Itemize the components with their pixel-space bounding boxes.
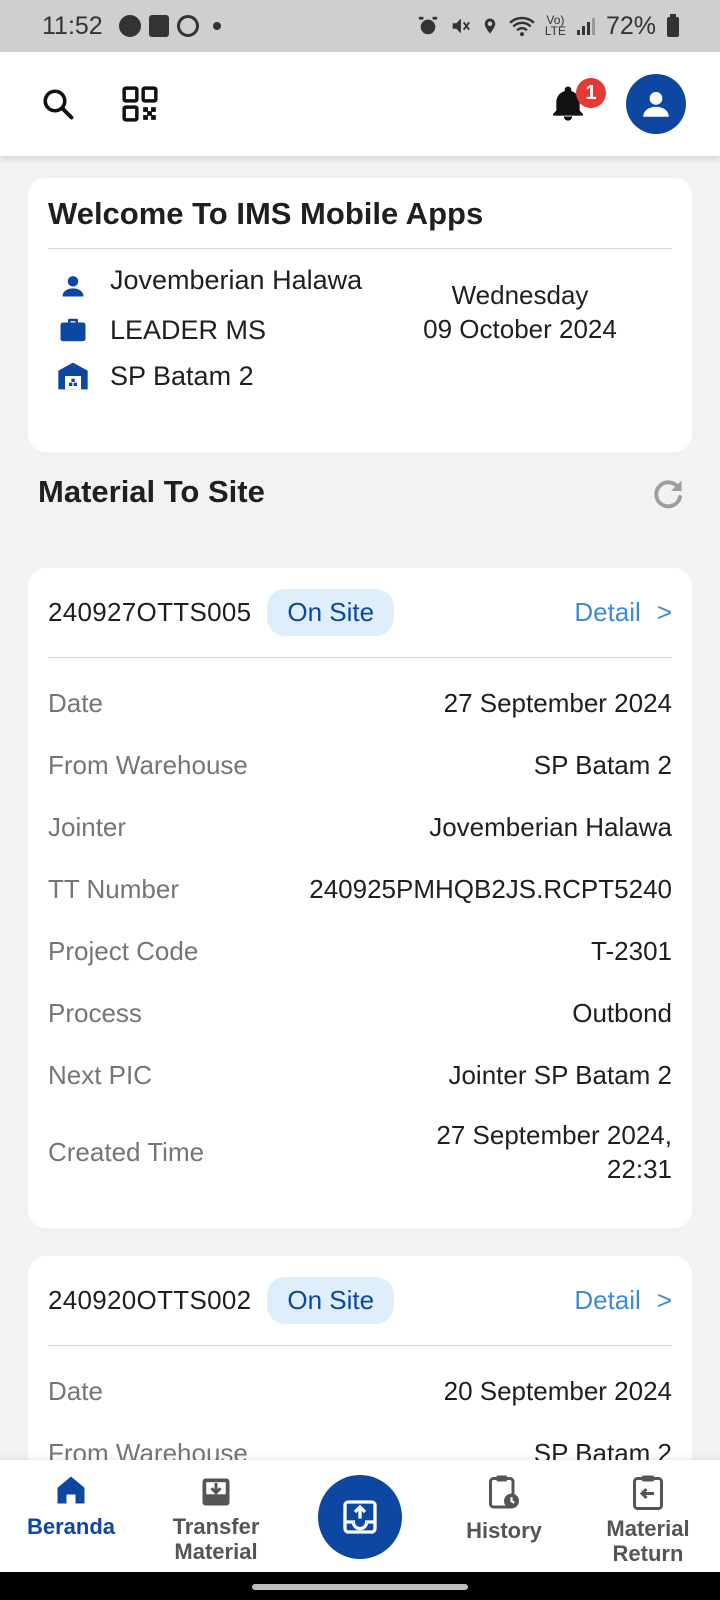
briefcase-icon — [56, 313, 90, 347]
detail-row: Next PIC Jointer SP Batam 2 — [48, 1044, 672, 1106]
nav-material-return[interactable]: Material Return — [578, 1472, 718, 1566]
qr-scan-button[interactable] — [116, 80, 164, 128]
created-date: 27 September 2024, — [436, 1120, 672, 1150]
user-role: LEADER MS — [110, 315, 267, 345]
created-hour: 22:31 — [606, 1154, 672, 1184]
current-day-text: Wednesday — [451, 280, 589, 310]
card-header: 240927OTTS005 On Site Detail > — [48, 568, 672, 658]
nav-history[interactable]: History — [434, 1472, 574, 1543]
row-value: Jovemberian Halawa — [429, 811, 672, 842]
status-bar: 11:52 Vo) LTE 72% — [0, 0, 720, 52]
chevron-right-icon: > — [656, 1285, 672, 1315]
detail-label: Detail — [574, 597, 641, 627]
battery-percent: 72% — [605, 11, 656, 40]
inbox-upload-icon — [343, 1500, 377, 1534]
current-date: Wednesday 09 October 2024 — [368, 263, 672, 401]
refresh-icon[interactable] — [650, 476, 686, 512]
whatsapp-icon — [176, 15, 199, 37]
row-label: Project Code — [48, 935, 199, 966]
clipboard-return-icon — [633, 1475, 663, 1510]
nav-transfer-material[interactable]: Transfer Material — [146, 1474, 286, 1564]
chevron-right-icon: > — [656, 597, 672, 627]
row-value: 27 September 2024 — [443, 687, 672, 718]
shopping-bag-icon — [148, 15, 169, 37]
system-gesture-bar — [0, 1572, 720, 1600]
row-label: Date — [48, 687, 103, 718]
nav-label: History — [466, 1518, 542, 1543]
detail-label: Detail — [574, 1285, 641, 1315]
card-header: 240920OTTS002 On Site Detail > — [48, 1256, 672, 1346]
person-icon — [643, 91, 669, 117]
status-badge: On Site — [267, 589, 395, 636]
nav-label: Beranda — [26, 1514, 116, 1539]
row-value: SP Batam 2 — [533, 749, 672, 780]
nav-label-line1: Material — [606, 1516, 690, 1541]
detail-row: TT Number 240925PMHQB2JS.RCPT5240 — [48, 858, 672, 920]
home-gesture-handle[interactable] — [252, 1584, 468, 1590]
row-value: Outbond — [572, 997, 672, 1028]
notification-count-badge: 1 — [576, 78, 606, 108]
search-button[interactable] — [34, 80, 82, 128]
nav-beranda[interactable]: Beranda — [1, 1472, 141, 1539]
bottom-navigation: Beranda Transfer Material History Materi… — [0, 1460, 720, 1572]
detail-row: From Warehouse SP Batam 2 — [48, 734, 672, 796]
inbox-download-icon — [202, 1478, 230, 1506]
row-label: Process — [48, 997, 142, 1028]
home-icon — [57, 1476, 85, 1504]
wifi-icon — [509, 16, 535, 37]
welcome-title: Welcome To IMS Mobile Apps — [48, 196, 672, 249]
qr-code-icon — [122, 86, 158, 122]
signal-icon — [576, 18, 595, 35]
battery-icon — [667, 14, 679, 37]
row-label: Date — [48, 1375, 103, 1406]
location-icon — [484, 18, 496, 34]
detail-row: Project Code T-2301 — [48, 920, 672, 982]
row-label: Jointer — [48, 811, 127, 842]
transfer-id: 240927OTTS005 — [48, 597, 252, 627]
notifications-button[interactable]: 1 — [544, 78, 606, 128]
line-app-icon — [118, 15, 141, 37]
warehouse-icon — [56, 359, 90, 393]
nav-label-line2: Material — [174, 1539, 258, 1564]
row-value: 20 September 2024 — [443, 1375, 672, 1406]
detail-row: Process Outbond — [48, 982, 672, 1044]
current-date-text: 09 October 2024 — [423, 314, 617, 344]
volte-icon: Vo) LTE — [544, 13, 566, 38]
status-time: 11:52 — [42, 11, 103, 40]
status-badge: On Site — [267, 1277, 395, 1324]
clipboard-clock-icon — [489, 1475, 519, 1509]
welcome-card: Welcome To IMS Mobile Apps Jovemberian H… — [28, 178, 692, 452]
row-value: T-2301 — [591, 935, 672, 966]
row-value: 240925PMHQB2JS.RCPT5240 — [309, 873, 672, 904]
mute-icon — [452, 18, 470, 34]
row-label: Created Time — [48, 1136, 205, 1167]
search-icon — [43, 89, 74, 120]
section-title: Material To Site — [38, 474, 265, 509]
row-value: Jointer SP Batam 2 — [448, 1059, 672, 1090]
detail-row: Created Time 27 September 2024, 22:31 — [48, 1106, 672, 1198]
row-label: TT Number — [48, 873, 179, 904]
more-notifications-dot — [212, 22, 221, 30]
transfer-id: 240920OTTS002 — [48, 1285, 252, 1315]
person-icon — [56, 269, 90, 303]
user-name: Jovemberian Halawa — [110, 265, 363, 295]
user-location: SP Batam 2 — [110, 361, 254, 391]
detail-link[interactable]: Detail > — [574, 1285, 672, 1316]
upload-fab-button[interactable] — [318, 1475, 402, 1559]
profile-avatar-button[interactable] — [626, 74, 686, 134]
material-card[interactable]: 240927OTTS005 On Site Detail > Date 27 S… — [28, 568, 692, 1228]
detail-row: Date 20 September 2024 — [48, 1360, 672, 1422]
detail-row: Date 27 September 2024 — [48, 672, 672, 734]
detail-link[interactable]: Detail > — [574, 597, 672, 628]
row-label: Next PIC — [48, 1059, 153, 1090]
created-time-value: 27 September 2024, 22:31 — [436, 1118, 672, 1186]
app-bar: 1 — [0, 52, 720, 156]
nav-label-line2: Return — [612, 1541, 684, 1566]
detail-row: Jointer Jovemberian Halawa — [48, 796, 672, 858]
nav-label-line1: Transfer — [172, 1514, 260, 1539]
alarm-icon — [418, 16, 437, 35]
row-label: From Warehouse — [48, 749, 248, 780]
